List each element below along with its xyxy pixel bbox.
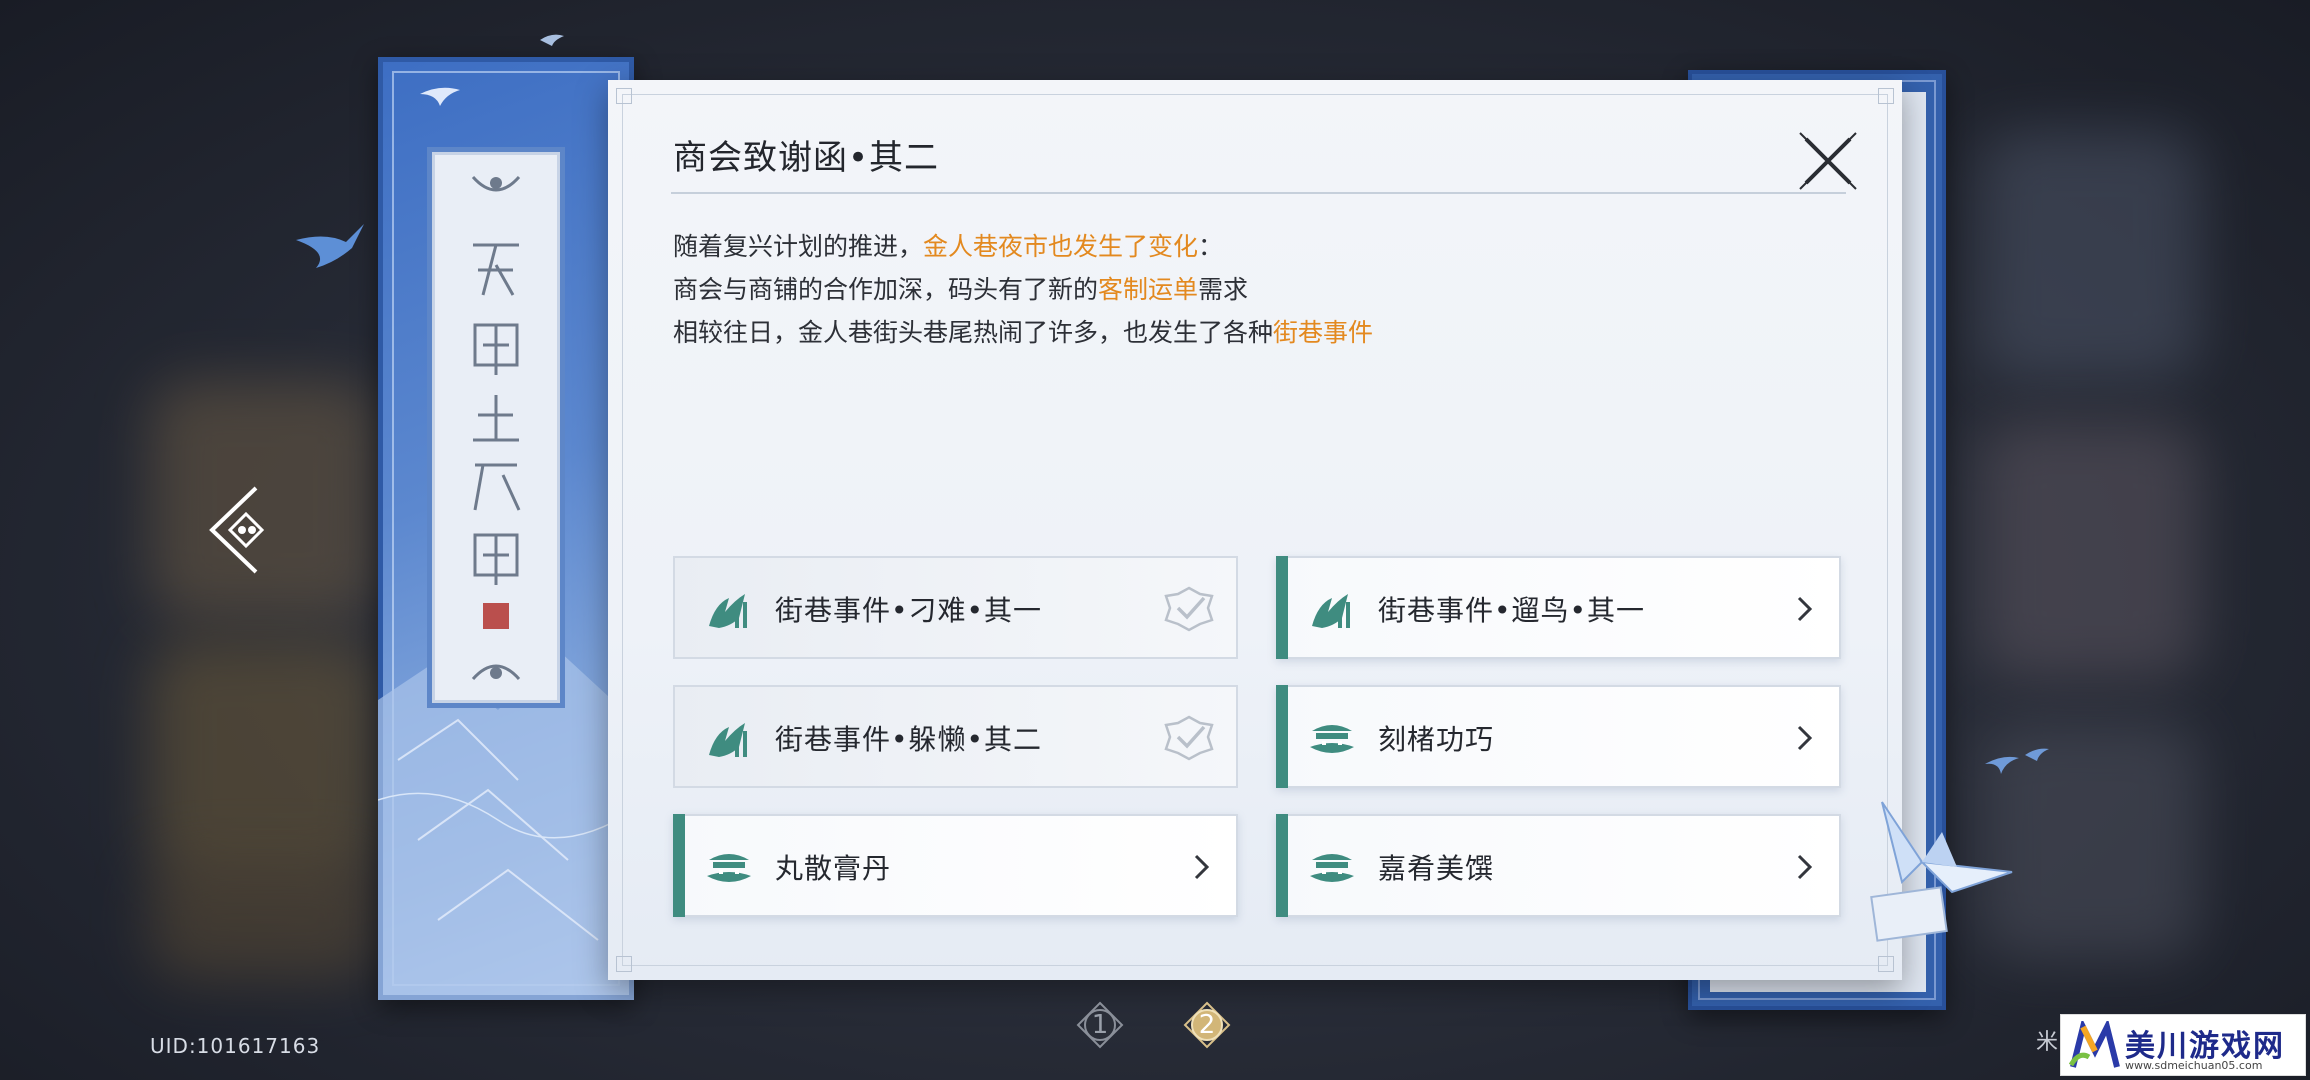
- bird-icon: [540, 34, 564, 46]
- description-line: 商会与商铺的合作加深，码头有了新的客制运单需求: [673, 275, 1249, 304]
- task-label: 街巷事件•躲懒•其二: [775, 723, 1043, 756]
- tablet-emblem-icon: [471, 664, 521, 681]
- shop-icon: [1310, 725, 1354, 753]
- page-number: 1: [1091, 1010, 1109, 1040]
- completed-check-icon: [1164, 586, 1214, 632]
- background-blur: [150, 640, 380, 880]
- chevron-left-icon: [209, 486, 265, 574]
- red-seal-stamp: [483, 603, 509, 629]
- description-line: 随着复兴计划的推进，金人巷夜市也发生了变化：: [673, 232, 1224, 261]
- alley-event-icon: [709, 723, 747, 757]
- highlight-text: 客制运单: [1098, 275, 1199, 304]
- bird-icon: [2025, 748, 2049, 761]
- page-number: 2: [1198, 1010, 1216, 1040]
- background-blur: [150, 860, 380, 980]
- task-card-completed[interactable]: 街巷事件•躲懒•其二: [673, 685, 1238, 788]
- description-line: 相较往日，金人巷街头巷尾热闹了许多，也发生了各种街巷事件: [673, 318, 1374, 347]
- task-card-available[interactable]: 嘉肴美馔: [1276, 814, 1841, 917]
- task-card-completed[interactable]: 街巷事件•刁难•其一: [673, 556, 1238, 659]
- close-button[interactable]: [1798, 131, 1858, 191]
- alley-event-icon: [1312, 594, 1350, 628]
- previous-page-button[interactable]: [206, 480, 286, 580]
- highlight-text: 金人巷夜市也发生了变化: [923, 232, 1199, 261]
- watermark-logo-icon: [2069, 1021, 2120, 1068]
- close-icon: [1799, 132, 1857, 190]
- bird-icon: [1985, 756, 2019, 774]
- bird-icon: [420, 87, 460, 106]
- dialog-description: 随着复兴计划的推进，金人巷夜市也发生了变化： 商会与商铺的合作加深，码头有了新的…: [673, 225, 1373, 354]
- calligraphy-tablet: [432, 152, 560, 703]
- site-watermark: 美川游戏网 www.sdmeichuan05.com: [2060, 1014, 2306, 1076]
- task-label: 刻楮功巧: [1378, 723, 1495, 756]
- task-card-available[interactable]: 丸散膏丹: [673, 814, 1238, 917]
- chevron-right-icon: [1797, 596, 1813, 622]
- task-card-available[interactable]: 刻楮功巧: [1276, 685, 1841, 788]
- watermark-url: www.sdmeichuan05.com: [2125, 1059, 2263, 1072]
- letter-dialog: 商会致谢函•其二 随着复兴计划的推进，金人巷夜市也发生了变化： 商会与商铺的合作…: [608, 80, 1902, 980]
- card-accent-bar: [1276, 685, 1288, 788]
- chevron-right-icon: [1797, 854, 1813, 880]
- card-accent-bar: [1276, 556, 1288, 659]
- page-indicator-2[interactable]: 2: [1182, 1000, 1232, 1050]
- chevron-right-icon: [1194, 854, 1210, 880]
- user-id-label: UID:101617163: [150, 1034, 321, 1058]
- shop-icon: [1310, 854, 1354, 882]
- task-label: 嘉肴美馔: [1378, 852, 1495, 885]
- tablet-emblem-icon: [471, 175, 521, 192]
- shop-icon: [707, 854, 751, 882]
- task-label: 丸散膏丹: [775, 852, 892, 885]
- page-indicator-1[interactable]: 1: [1075, 1000, 1125, 1050]
- calligraphy-glyphs: [473, 243, 521, 585]
- card-accent-bar: [1276, 814, 1288, 917]
- bird-icon: [296, 224, 364, 268]
- task-card-available[interactable]: 街巷事件•遛鸟•其一: [1276, 556, 1841, 659]
- card-accent-bar: [673, 814, 685, 917]
- background-blur: [1980, 130, 2200, 380]
- alley-event-icon: [709, 594, 747, 628]
- completed-check-icon: [1164, 715, 1214, 761]
- dialog-title: 商会致谢函•其二: [673, 138, 940, 178]
- chevron-right-icon: [1797, 725, 1813, 751]
- background-blur: [1980, 420, 2200, 680]
- task-label: 街巷事件•刁难•其一: [775, 594, 1043, 627]
- watermark-fragment: 米: [2036, 1030, 2059, 1055]
- highlight-text: 街巷事件: [1273, 318, 1374, 347]
- task-label: 街巷事件•遛鸟•其一: [1378, 594, 1646, 627]
- bird-ornament-icon: [1870, 801, 2013, 942]
- title-divider: [671, 192, 1846, 194]
